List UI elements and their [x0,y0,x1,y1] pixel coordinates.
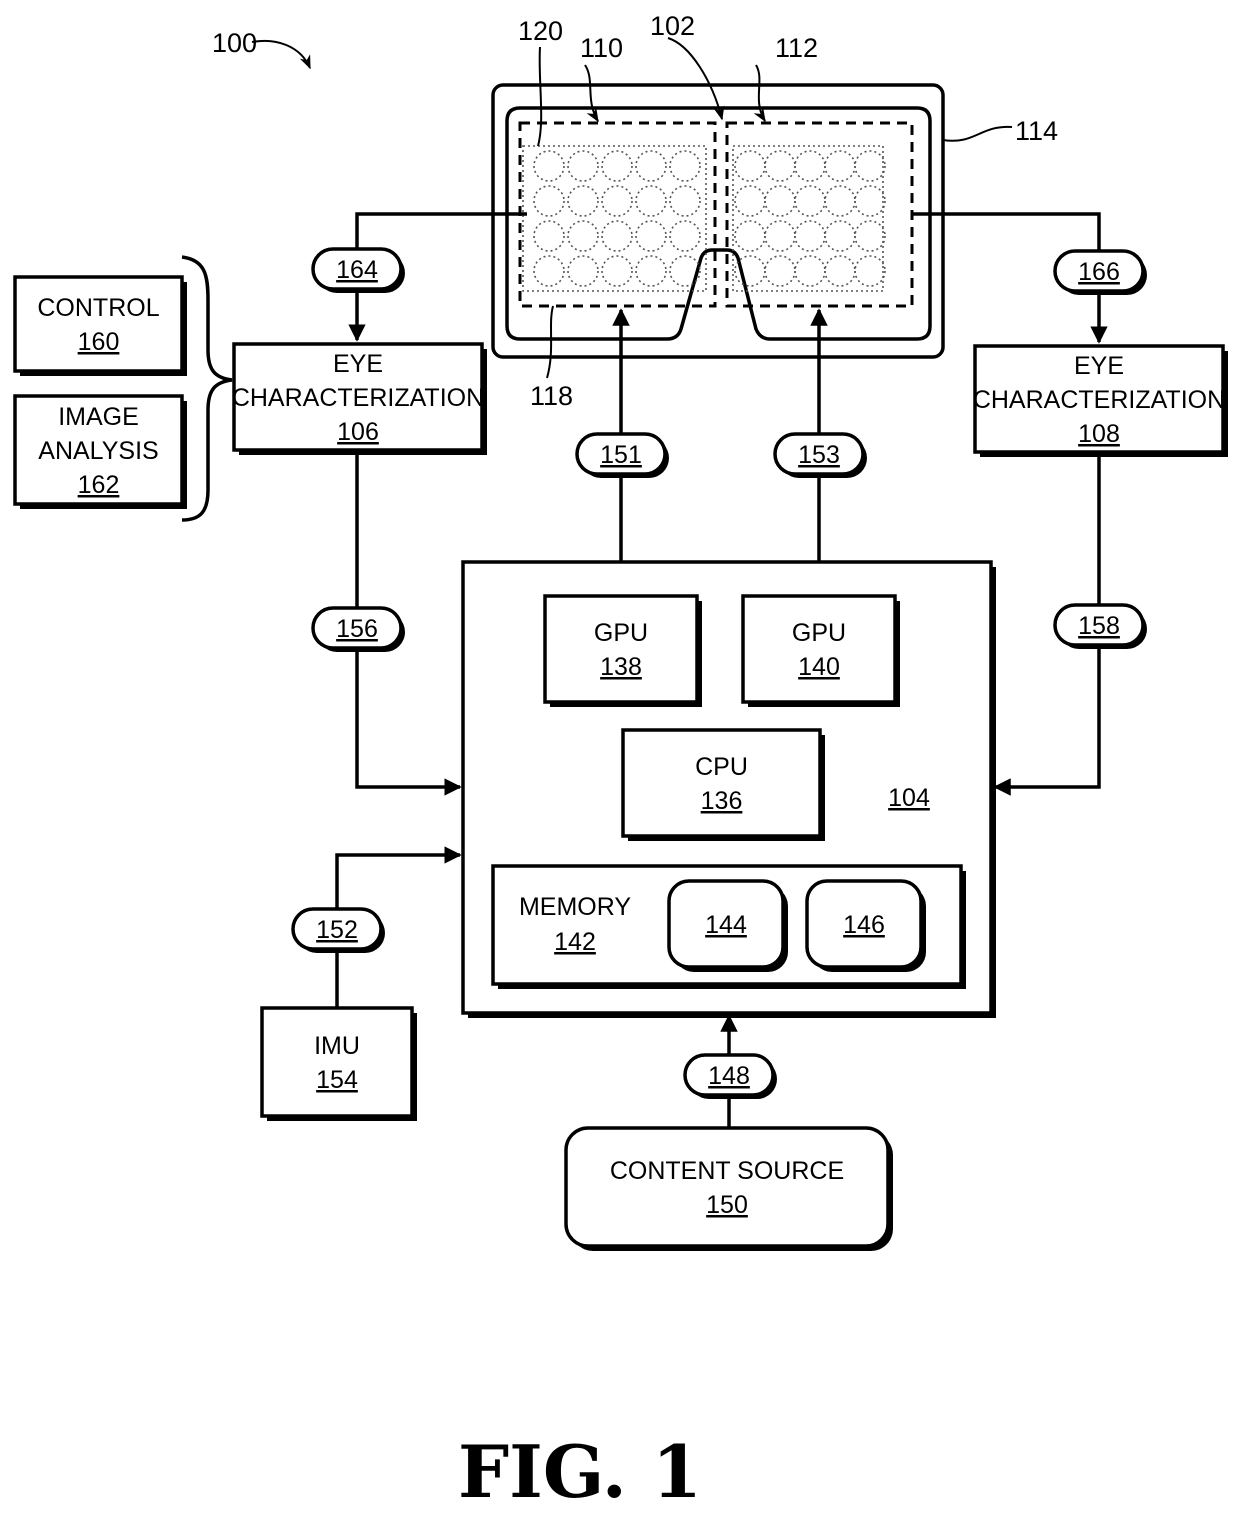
gpu-right-block-ref: 140 [798,653,840,681]
hmd-ref: 114 [1015,116,1058,146]
gpu-left-block: GPU 138 [543,594,702,707]
control-block: CONTROL 160 [13,275,187,376]
connector-151: 151 [575,432,669,478]
hmd-outer-frame [491,83,945,359]
cpu-block-frame [621,728,822,838]
gpu-right-block: GPU 140 [741,594,900,707]
right-region-ref: 112 [775,33,818,63]
content-source-block-title: CONTENT SOURCE [610,1157,844,1185]
gpu-left-block-frame [543,594,699,704]
eye-characterization-left-block-title: EYE [333,350,383,378]
imu-block-ref: 154 [316,1066,358,1094]
connector-148: 148 [683,1053,777,1099]
eye-characterization-right-block-ref: 108 [1078,420,1120,448]
system-ref-arrow [251,40,311,70]
gpu-right-block-frame [741,594,897,704]
connector-153: 153 [773,432,867,478]
image-analysis-block-title: ANALYSIS [38,437,158,465]
imu-block-title: IMU [314,1032,360,1060]
imu-block-frame [260,1006,414,1118]
hmd-leader [942,125,1013,142]
imu-block: IMU 154 [260,1006,417,1121]
connector-158-label: 158 [1078,612,1120,640]
gpu-left-block-ref: 138 [600,653,642,681]
eye-characterization-right-block-title: EYE [1074,352,1124,380]
connector-148-label: 148 [708,1062,750,1090]
system-callout: 100 [212,28,311,70]
figure-caption: FIG. 1 [458,1429,702,1513]
connector-158: 158 [1053,603,1147,649]
lens-array-ref: 120 [518,16,563,46]
system-ref-label: 100 [212,28,257,58]
content-source-block: CONTENT SOURCE 150 [564,1126,893,1251]
memory-item-144-ref: 144 [705,911,747,939]
connector-166: 166 [1053,249,1147,295]
memory-block-title: MEMORY [519,893,631,921]
processing-block-ref: 104 [888,784,930,812]
left-region-ref: 110 [580,33,623,63]
image-analysis-block-ref: 162 [78,471,120,499]
eye-characterization-left-block-title: CHARACTERIZATION [232,384,484,412]
connector-153-label: 153 [798,441,840,469]
connector-164: 164 [311,247,405,293]
memory-item-146: 146 [805,879,926,972]
content-source-block-ref: 150 [706,1191,748,1219]
cpu-block-title: CPU [695,753,748,781]
connector-152: 152 [291,907,385,953]
grouping-brace [181,255,233,522]
memory-item-144: 144 [667,879,788,972]
patent-diagram: 100 120 110 102 112 114 118 CONTROL160IM… [13,11,1228,1513]
eye-characterization-right-block: EYE CHARACTERIZATION 108 [973,344,1228,457]
display-ref: 102 [650,11,695,41]
connector-151-label: 151 [600,441,642,469]
connector-156: 156 [311,606,405,652]
connector-164-label: 164 [336,256,378,284]
eye-characterization-left-block: EYE CHARACTERIZATION 106 [232,342,487,455]
frame-ref: 118 [530,381,573,411]
connector-166-label: 166 [1078,258,1120,286]
content-source-block-frame [564,1126,890,1248]
memory-block-ref: 142 [554,928,596,956]
gpu-left-block-title: GPU [594,619,648,647]
connector-156-label: 156 [336,615,378,643]
gpu-right-block-title: GPU [792,619,846,647]
image-analysis-block: IMAGE ANALYSIS 162 [13,394,187,509]
eye-characterization-right-block-title: CHARACTERIZATION [973,386,1225,414]
memory-item-146-ref: 146 [843,911,885,939]
cpu-block: CPU 136 [621,728,825,841]
control-block-title: CONTROL [37,294,159,322]
connector-152-label: 152 [316,916,358,944]
control-block-frame [13,275,184,373]
control-block-ref: 160 [78,328,120,356]
eye-characterization-left-block-ref: 106 [337,418,379,446]
image-analysis-block-title: IMAGE [58,403,139,431]
cpu-block-ref: 136 [701,787,743,815]
